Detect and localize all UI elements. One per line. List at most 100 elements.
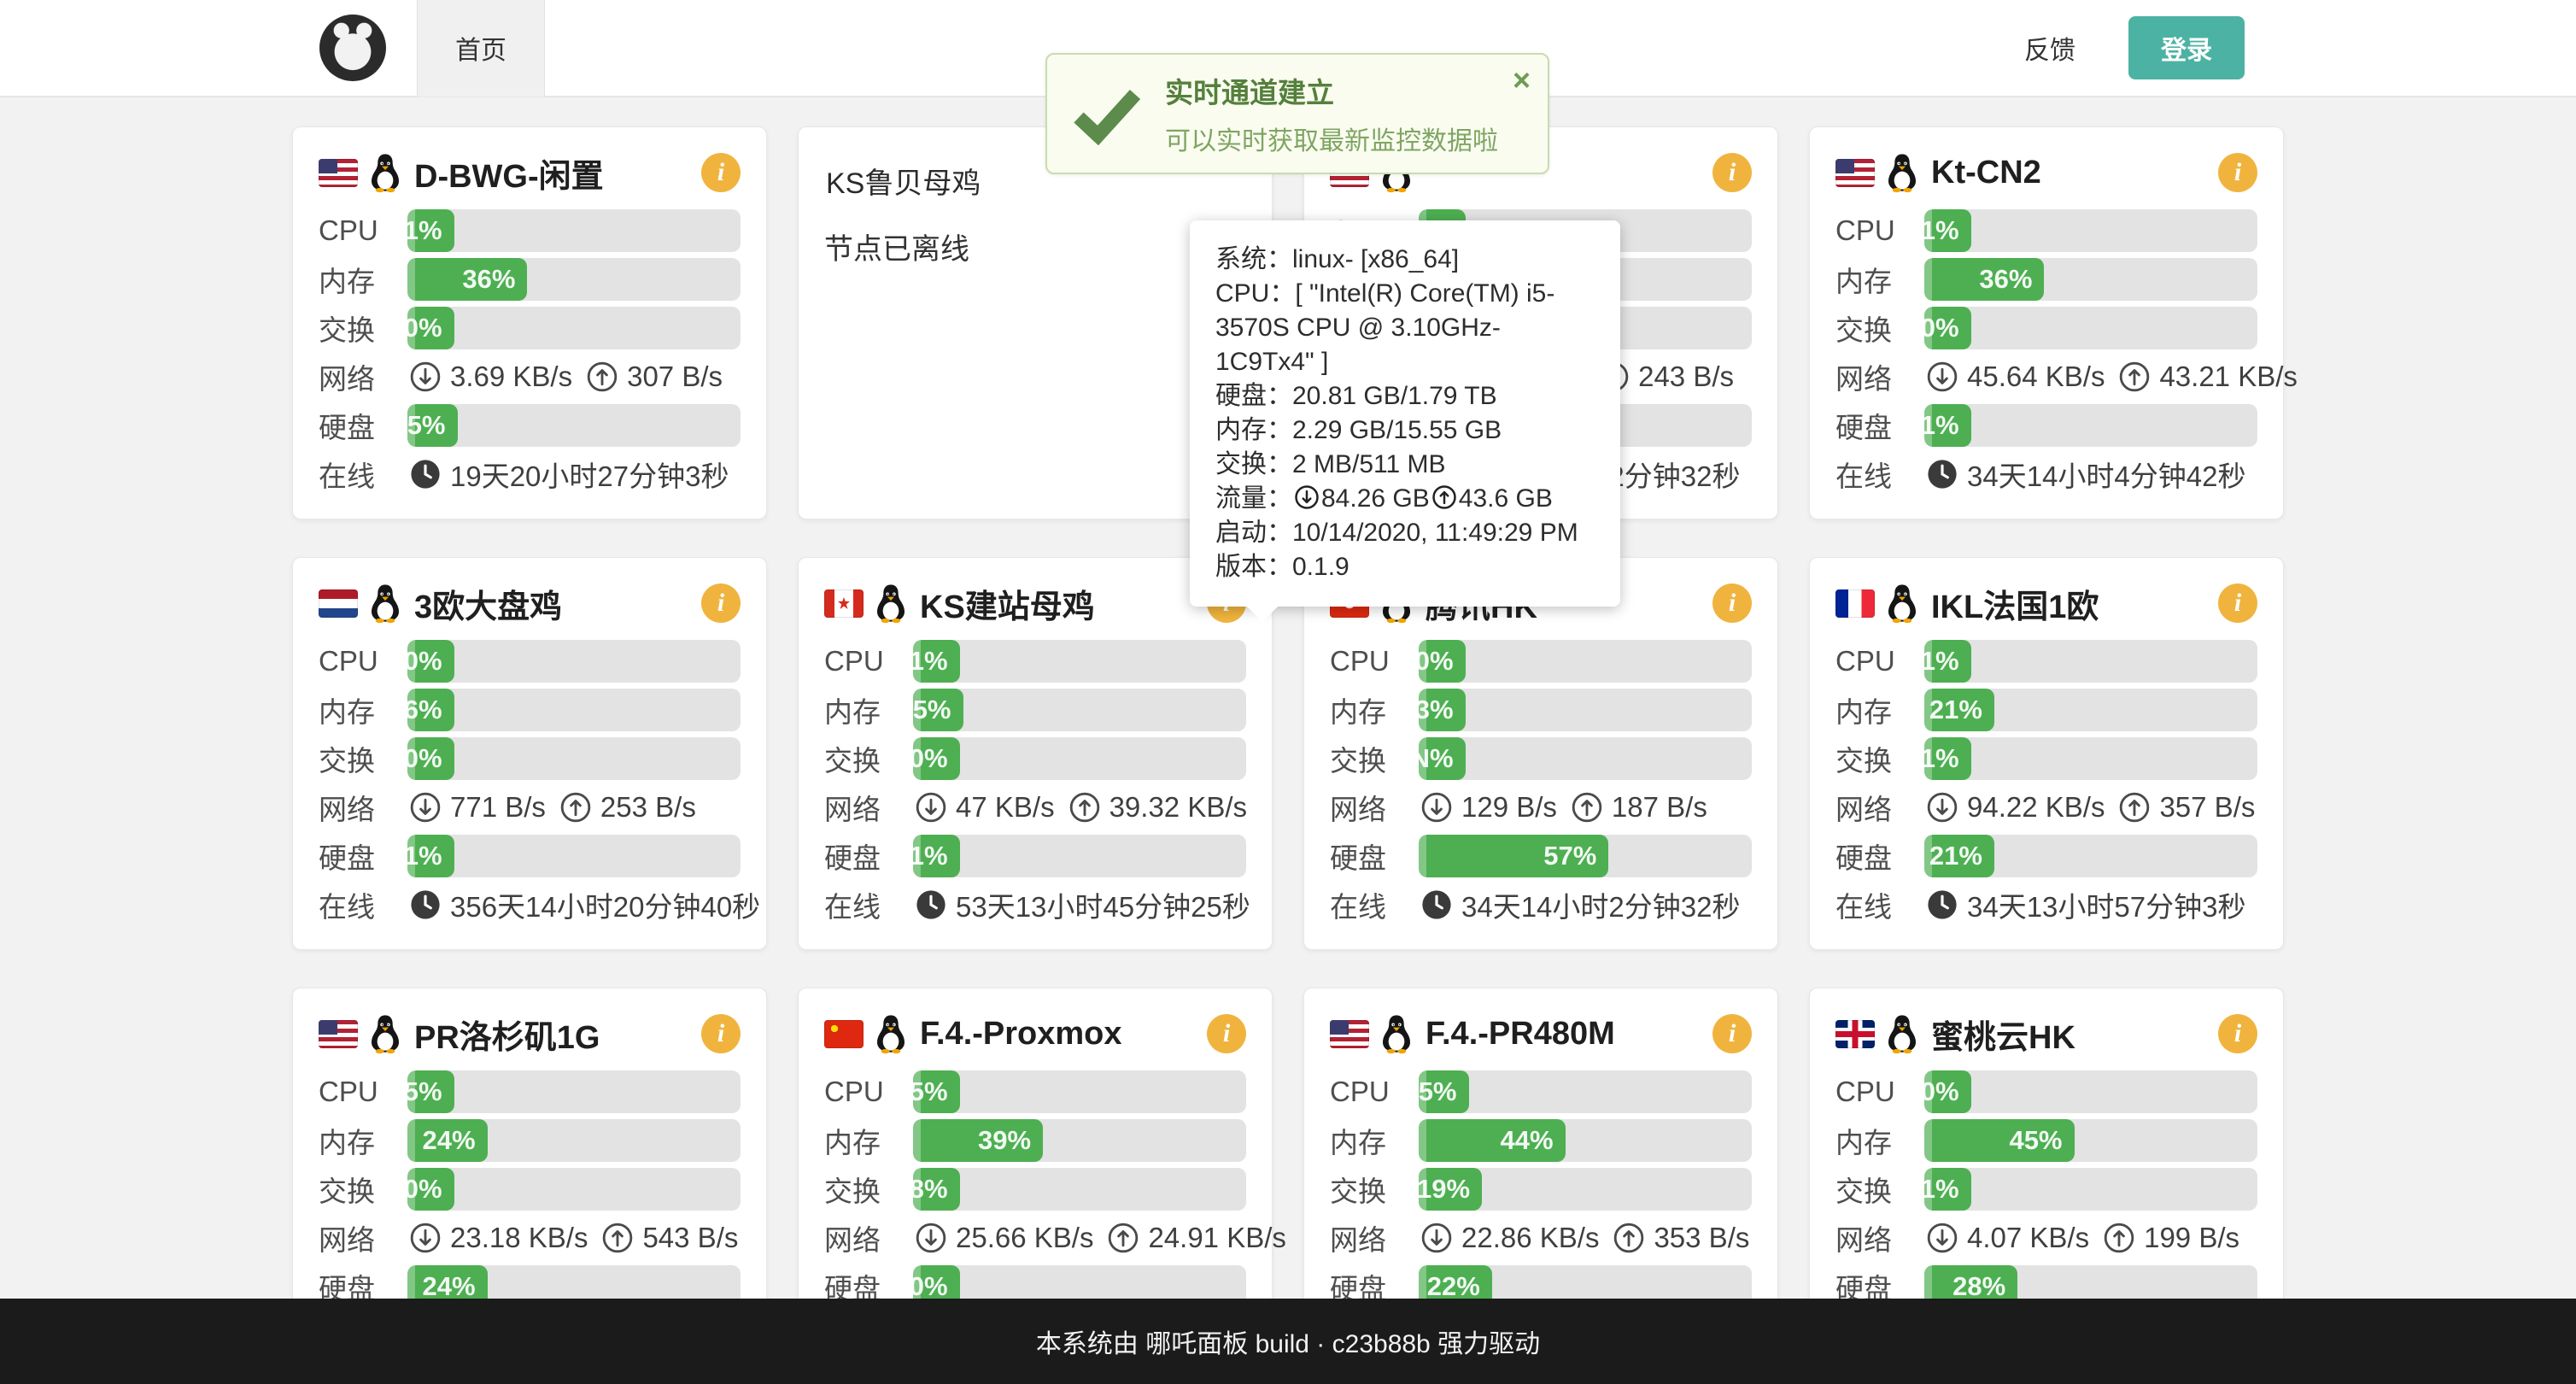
cpu-label: CPU [824, 1076, 913, 1108]
swap-value: NaN% [1419, 743, 1454, 774]
memory-bar-fill: 3% [1419, 689, 1466, 731]
server-name: F.4.-Proxmox [920, 1016, 1197, 1053]
memory-bar-fill: 39% [913, 1119, 1043, 1162]
toast-close-icon[interactable]: × [1513, 65, 1531, 96]
cpu-bar-fill: 5% [913, 1070, 960, 1113]
tab-home-label: 首页 [455, 29, 506, 67]
network-down-value: 23.18 KB/s [450, 1222, 588, 1254]
memory-bar-fill: 45% [1924, 1119, 2075, 1162]
uptime-value: 356天14小时20分钟40秒 [407, 884, 760, 925]
swap-bar-fill: 0% [913, 737, 960, 780]
network-label: 网络 [319, 787, 407, 828]
linux-penguin-icon [1379, 1013, 1414, 1054]
memory-bar: 24% [407, 1119, 741, 1162]
swap-value: 8% [913, 1174, 948, 1205]
network-up-value: 187 B/s [1612, 791, 1707, 824]
info-icon[interactable]: i [701, 153, 741, 192]
cpu-bar-fill: 0% [407, 640, 454, 683]
swap-row: 交换 8% [824, 1164, 1246, 1213]
download-arrow-icon [1420, 791, 1453, 824]
cpu-bar: 5% [407, 1070, 741, 1113]
swap-row: 交换 1% [1835, 734, 2257, 783]
tab-home[interactable]: 首页 [417, 0, 545, 97]
uptime-value: 53天13小时45分钟25秒 [913, 884, 1250, 925]
swap-bar: 0% [1924, 307, 2257, 349]
memory-bar-fill: 36% [407, 258, 527, 301]
network-up-value: 357 B/s [2159, 791, 2255, 824]
download-arrow-icon [915, 1222, 947, 1254]
info-icon[interactable]: i [2218, 584, 2257, 623]
memory-row: 内存 15% [824, 685, 1246, 734]
memory-row: 内存 45% [1835, 1116, 2257, 1164]
uptime-row: 在线 34天13小时57分钟3秒 [1835, 880, 2257, 929]
info-icon[interactable]: i [701, 1014, 741, 1053]
network-row: 网络 23.18 KB/s 543 B/s [319, 1213, 741, 1262]
server-name: 蜜桃云HK [1931, 1011, 2208, 1058]
swap-value: 1% [1924, 743, 1959, 774]
disk-value: 28% [1952, 1271, 2005, 1302]
network-row: 网络 22.86 KB/s 353 B/s [1330, 1213, 1752, 1262]
network-value: 47 KB/s 39.32 KB/s [913, 791, 1247, 824]
cpu-row: CPU 1% [319, 206, 741, 255]
network-value: 771 B/s 253 B/s [407, 791, 741, 824]
country-flag-icon [319, 1020, 358, 1048]
toast-texts: 实时通道建立 可以实时获取最新监控数据啦 [1165, 70, 1498, 157]
cpu-label: CPU [1835, 645, 1924, 677]
memory-bar: 36% [407, 258, 741, 301]
feedback-link[interactable]: 反馈 [2024, 29, 2075, 67]
cpu-row: CPU 5% [824, 1067, 1246, 1116]
info-icon[interactable]: i [701, 584, 741, 623]
disk-label: 硬盘 [1835, 405, 1924, 446]
memory-value: 39% [978, 1125, 1031, 1156]
info-icon[interactable]: i [1207, 1014, 1246, 1053]
memory-row: 内存 24% [319, 1116, 741, 1164]
network-value: 25.66 KB/s 24.91 KB/s [913, 1222, 1286, 1254]
linux-penguin-icon [368, 152, 402, 193]
memory-value: 24% [423, 1125, 476, 1156]
swap-bar-fill: 0% [407, 737, 454, 780]
linux-penguin-icon [874, 583, 908, 624]
cpu-row: CPU 1% [1835, 636, 2257, 685]
info-icon[interactable]: i [2218, 153, 2257, 192]
site-logo[interactable] [319, 15, 386, 81]
info-icon[interactable]: i [1712, 584, 1752, 623]
download-arrow-icon [1420, 1222, 1453, 1254]
swap-bar-fill: 1% [1924, 737, 1971, 780]
cpu-bar-fill: 1% [407, 209, 454, 252]
tooltip-system-line: 系统：linux- [x86_64] [1215, 243, 1595, 277]
swap-row: 交换 0% [319, 303, 741, 352]
info-icon[interactable]: i [1712, 1014, 1752, 1053]
country-flag-icon [1835, 159, 1875, 187]
memory-label: 内存 [319, 259, 407, 300]
network-label: 网络 [319, 1217, 407, 1258]
network-up-value: 39.32 KB/s [1109, 791, 1247, 824]
info-icon[interactable]: i [2218, 1014, 2257, 1053]
swap-row: 交换 0% [319, 1164, 741, 1213]
memory-bar: 6% [407, 689, 741, 731]
memory-row: 内存 36% [319, 255, 741, 303]
network-label: 网络 [1835, 356, 1924, 397]
cpu-bar-fill: 1% [1924, 209, 1971, 252]
network-up-value: 307 B/s [627, 361, 723, 393]
footer-powered-by-text: 本系统由 哪吒面板 build · c23b88b 强力驱动 [1036, 1322, 1540, 1360]
download-arrow-icon [1926, 361, 1958, 393]
country-flag-icon [824, 589, 864, 618]
linux-penguin-icon [1885, 152, 1919, 193]
login-button[interactable]: 登录 [2128, 16, 2245, 79]
upload-arrow-icon [1068, 791, 1101, 824]
server-name: IKL法国1欧 [1931, 580, 2208, 627]
info-icon[interactable]: i [1712, 153, 1752, 192]
card-title-row: IKL法国1欧 i [1835, 578, 2257, 628]
download-arrow-icon [1926, 1222, 1958, 1254]
memory-bar-fill: 44% [1419, 1119, 1566, 1162]
disk-bar: 11% [1924, 404, 2257, 447]
memory-value: 36% [1979, 264, 2032, 295]
disk-bar-fill: 1% [913, 835, 960, 877]
uptime-text: 34天14小时4分钟42秒 [1967, 454, 2245, 495]
swap-label: 交换 [1835, 1169, 1924, 1210]
swap-bar-fill: 0% [407, 1168, 454, 1211]
cpu-bar-fill: 0% [1924, 1070, 1971, 1113]
card-title-row: KS建站母鸡 i [824, 578, 1246, 628]
server-name: PR洛杉矶1G [414, 1011, 691, 1058]
memory-bar: 21% [1924, 689, 2257, 731]
